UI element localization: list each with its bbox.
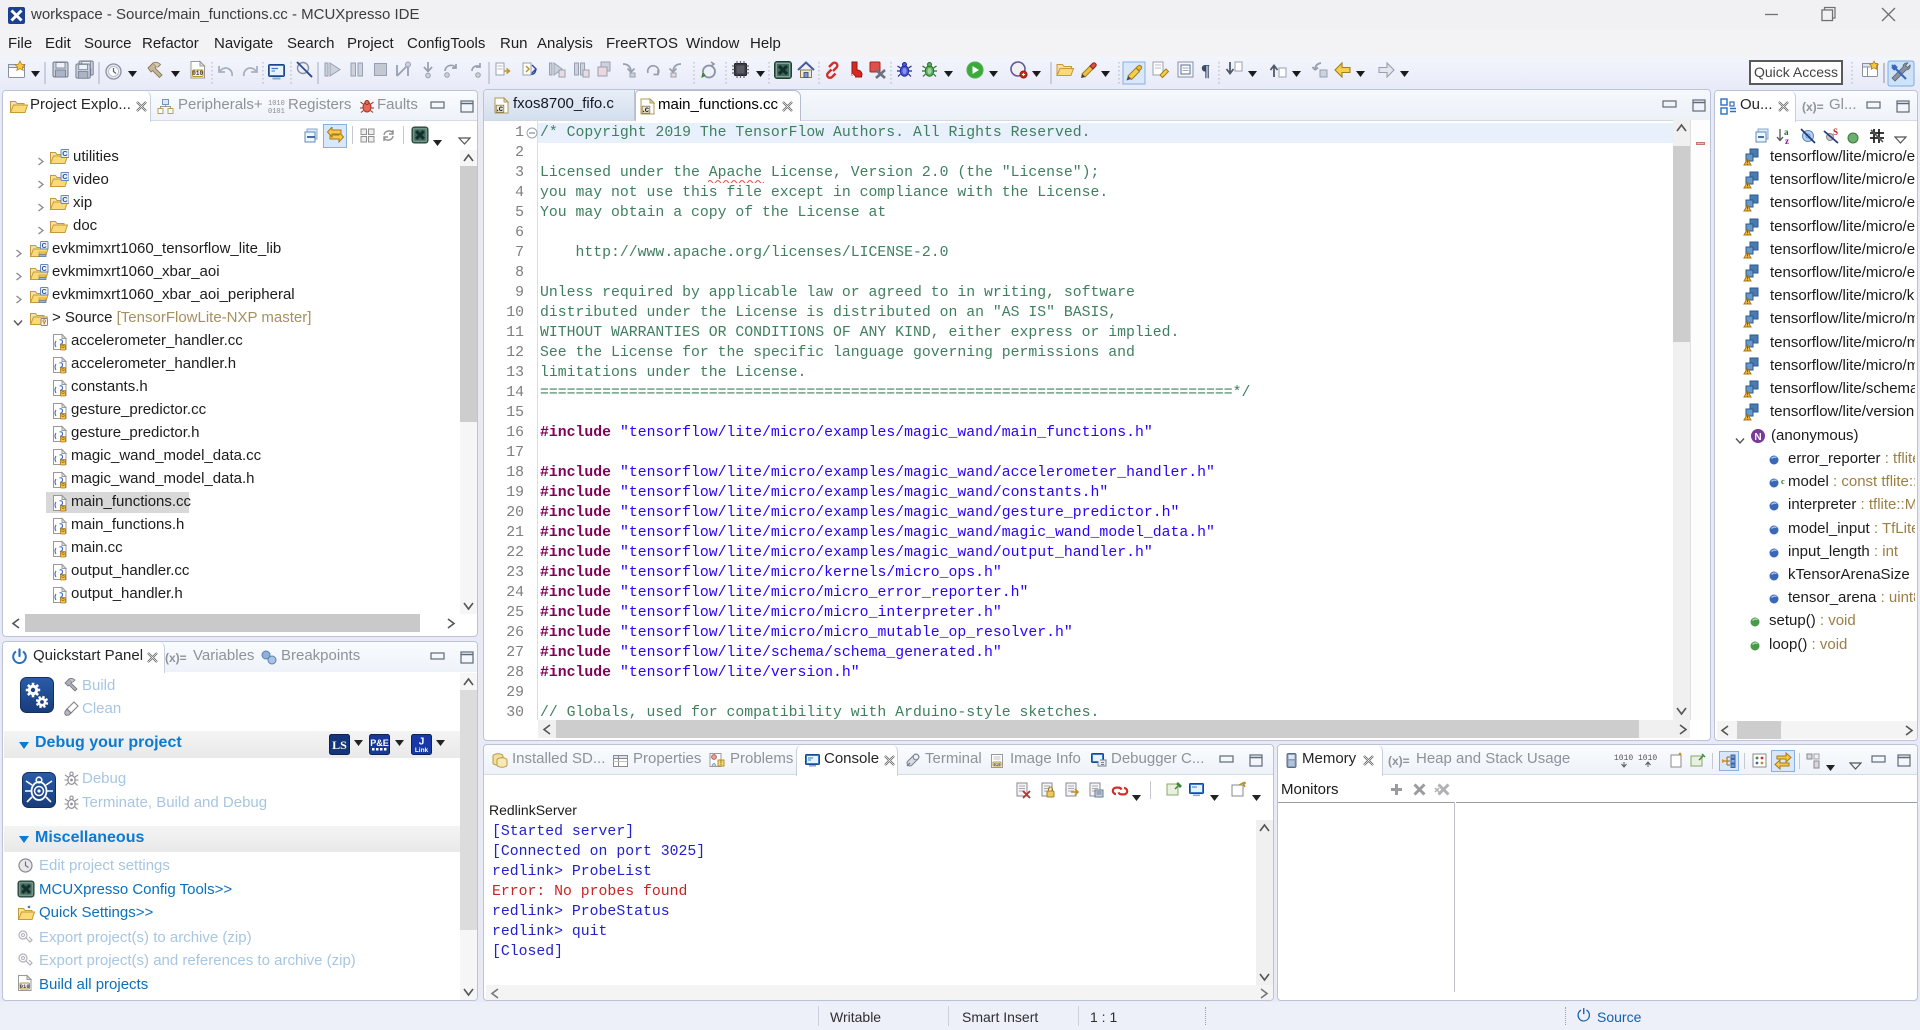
svg-text:0101: 0101 [268, 108, 285, 114]
svg-text:!: ! [1747, 392, 1749, 398]
svg-text:Link: Link [415, 747, 429, 754]
svg-text:C: C [42, 289, 47, 296]
svg-text:LS: LS [332, 738, 347, 752]
svg-text:C: C [62, 149, 68, 158]
svg-text:010: 010 [20, 983, 30, 990]
svg-text:1010: 1010 [268, 100, 285, 108]
svg-text:1010: 1010 [1614, 754, 1633, 763]
svg-text:!: ! [720, 761, 722, 767]
svg-text:C: C [62, 195, 68, 204]
svg-text:!: ! [1747, 369, 1749, 375]
svg-text:S: S [1833, 127, 1838, 137]
svg-text:!: ! [1747, 253, 1749, 259]
svg-text:010: 010 [994, 763, 1002, 767]
svg-text:.c: .c [642, 105, 649, 114]
svg-text:!: ! [1747, 346, 1749, 352]
svg-text:010: 010 [192, 70, 203, 77]
svg-text:.c: .c [496, 104, 503, 113]
svg-text:c: c [1781, 477, 1785, 486]
svg-text:!: ! [1747, 323, 1749, 329]
svg-text:P&E: P&E [370, 738, 389, 748]
svg-text:!: ! [1747, 299, 1749, 305]
svg-text:!: ! [1747, 276, 1749, 282]
svg-text:¶: ¶ [1201, 61, 1210, 80]
svg-text:C: C [42, 243, 47, 250]
svg-text:!: ! [1747, 416, 1749, 422]
svg-text:J: J [419, 737, 425, 748]
svg-text:C: C [62, 172, 68, 181]
svg-text:!: ! [1747, 160, 1749, 166]
svg-text:z: z [1785, 136, 1789, 145]
svg-text:!: ! [1747, 230, 1749, 236]
svg-text:N: N [1754, 432, 1761, 443]
svg-text:!: ! [1747, 207, 1749, 213]
svg-text:C: C [42, 266, 47, 273]
svg-text:!: ! [1747, 183, 1749, 189]
